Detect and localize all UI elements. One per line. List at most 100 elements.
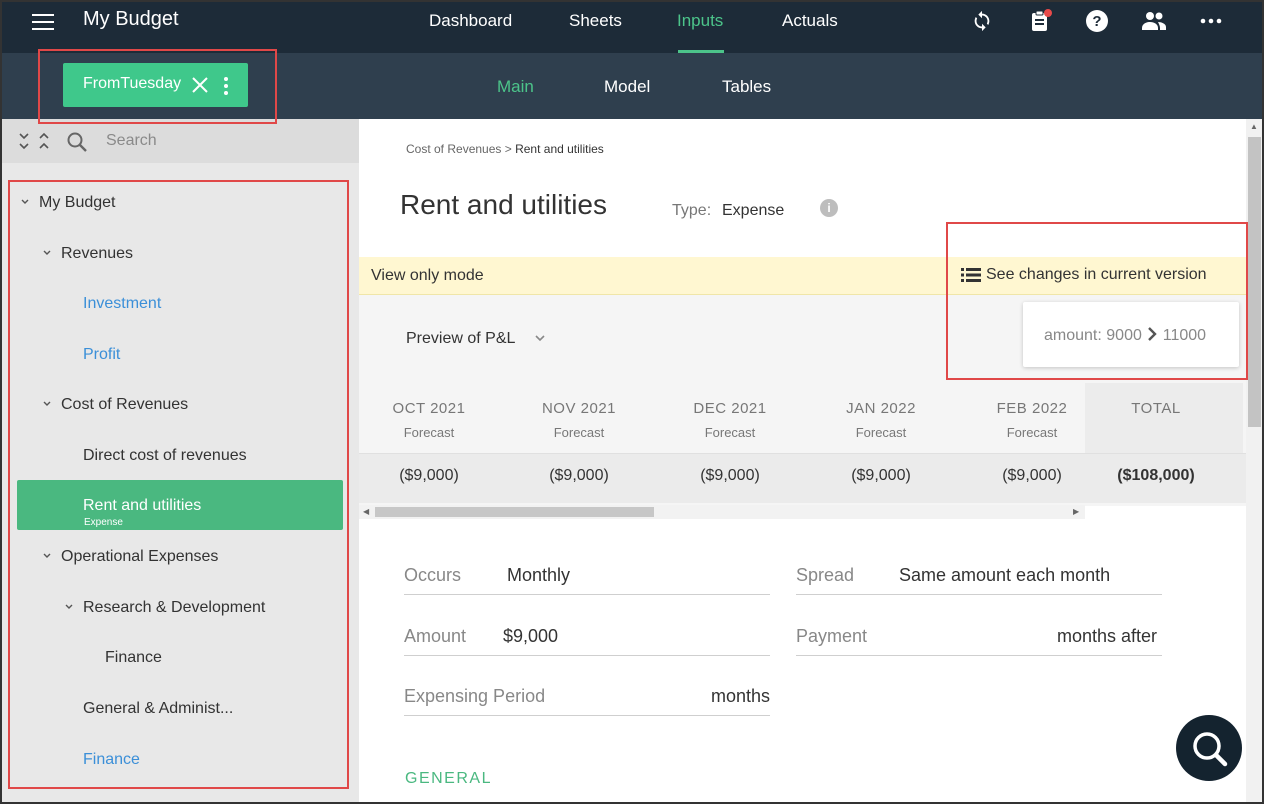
change-detail: amount: 9000 11000: [1044, 326, 1206, 345]
scroll-left-icon[interactable]: ◀: [363, 507, 369, 516]
column-header-total: TOTAL: [1081, 400, 1231, 417]
breadcrumb: Cost of Revenues > Rent and utilities: [406, 142, 604, 156]
search-icon: [1193, 732, 1228, 767]
expand-collapse-icon[interactable]: [18, 131, 54, 156]
page-title: Rent and utilities: [400, 189, 608, 220]
change-field: amount:: [1044, 327, 1102, 344]
search-input[interactable]: Search: [106, 132, 157, 150]
column-sub: Forecast: [855, 425, 907, 440]
chevron-right-icon: [1148, 327, 1158, 341]
more-icon[interactable]: [1198, 8, 1224, 34]
payment-value: months after: [1056, 626, 1157, 646]
chevron-down-icon[interactable]: [42, 399, 52, 409]
version-chip[interactable]: FromTuesday: [63, 63, 248, 107]
chevron-down-icon[interactable]: [20, 197, 30, 207]
amount-label: Amount: [404, 626, 467, 646]
chevron-down-icon[interactable]: [42, 248, 52, 258]
tree-item-type: Expense: [84, 517, 123, 528]
version-name: FromTuesday: [83, 75, 182, 92]
column-sub: Forecast: [704, 425, 756, 440]
svg-text:?: ?: [1092, 13, 1101, 30]
tab-main[interactable]: Main: [497, 77, 534, 97]
occurs-label: Occurs: [404, 565, 462, 585]
column-total-label: TOTAL: [1131, 400, 1181, 417]
tab-tables[interactable]: Tables: [722, 77, 771, 97]
tree-item-rent-and-utilities[interactable]: Rent and utilities Expense: [17, 480, 343, 530]
spread-field[interactable]: Spread Same amount each month: [796, 555, 1162, 595]
view-only-message: View only mode: [371, 267, 484, 284]
app-window: My Budget Dashboard Sheets Inputs Actual…: [0, 0, 1264, 804]
type-label: Type:: [672, 202, 712, 219]
expensing-period-field[interactable]: Expensing Period months: [404, 676, 770, 716]
amount-field[interactable]: Amount $9,000: [404, 616, 770, 656]
preview-dropdown[interactable]: Preview of P&L: [406, 330, 515, 348]
cell-value: ($9,000): [851, 467, 911, 484]
scroll-thumb[interactable]: [1248, 137, 1261, 427]
change-to: 11000: [1162, 327, 1207, 344]
nav-actuals[interactable]: Actuals: [782, 11, 838, 31]
tree-item-general-admin[interactable]: General & Administ...: [83, 700, 233, 718]
info-icon[interactable]: i: [820, 199, 838, 217]
payment-field[interactable]: Payment months after: [796, 616, 1162, 656]
tab-model[interactable]: Model: [604, 77, 650, 97]
see-changes-link[interactable]: See changes in current version: [961, 266, 1207, 284]
nav-sheets[interactable]: Sheets: [569, 11, 622, 31]
tree-item-direct-cost[interactable]: Direct cost of revenues: [83, 447, 247, 465]
people-icon[interactable]: [1141, 8, 1167, 34]
clipboard-icon[interactable]: [1027, 8, 1053, 34]
scroll-up-icon[interactable]: ▲: [1250, 122, 1258, 131]
column-month: OCT 2021: [392, 400, 466, 417]
view-only-banner: View only mode See changes in current ve…: [359, 257, 1246, 295]
breadcrumb-current: Rent and utilities: [515, 142, 604, 156]
amount-value: $9,000: [503, 626, 559, 646]
horizontal-scrollbar[interactable]: ◀ ▶: [359, 505, 1085, 519]
main-content: Cost of Revenues > Rent and utilities Re…: [359, 119, 1262, 802]
changes-tooltip: amount: 9000 11000: [1023, 302, 1239, 367]
spread-value: Same amount each month: [899, 565, 1111, 585]
occurs-value: Monthly: [507, 565, 571, 585]
tree-item-revenues[interactable]: Revenues: [61, 245, 133, 263]
breadcrumb-parent[interactable]: Cost of Revenues: [406, 142, 501, 156]
help-icon[interactable]: ?: [1084, 8, 1110, 34]
kebab-menu-icon[interactable]: [223, 76, 229, 101]
chevron-down-icon[interactable]: [42, 551, 52, 561]
tree-item-finance-link[interactable]: Finance: [83, 751, 140, 769]
menu-icon[interactable]: [32, 14, 54, 32]
expensing-label: Expensing Period: [404, 686, 546, 706]
tree-item-profit[interactable]: Profit: [83, 346, 120, 364]
tree-item-investment[interactable]: Investment: [83, 295, 161, 313]
sync-icon[interactable]: [969, 8, 995, 34]
column-header: JAN 2022 Forecast: [806, 400, 956, 440]
sidebar-tree: Search My Budget Revenues Investment Pro…: [2, 119, 359, 802]
breadcrumb-separator: >: [504, 142, 512, 156]
tree-item-research-development[interactable]: Research & Development: [83, 599, 265, 617]
nav-dashboard[interactable]: Dashboard: [429, 11, 512, 31]
tree-item-operational-expenses[interactable]: Operational Expenses: [61, 548, 218, 566]
cell-value: ($9,000): [549, 467, 609, 484]
scroll-thumb[interactable]: [375, 507, 654, 517]
tree-item-my-budget[interactable]: My Budget: [39, 194, 115, 212]
spread-label: Spread: [796, 565, 855, 585]
expensing-value: months: [710, 686, 770, 706]
payment-label: Payment: [796, 626, 868, 646]
sidebar-search-bar: Search: [2, 119, 359, 163]
column-month: DEC 2021: [693, 400, 767, 417]
column-sub: Forecast: [553, 425, 605, 440]
chevron-down-icon[interactable]: [64, 602, 74, 612]
top-navbar: My Budget Dashboard Sheets Inputs Actual…: [2, 2, 1262, 53]
vertical-scrollbar[interactable]: ▲: [1246, 119, 1262, 802]
tree-item-label: Rent and utilities: [83, 497, 202, 514]
cell-value: ($9,000): [700, 467, 760, 484]
scroll-right-icon[interactable]: ▶: [1073, 507, 1079, 516]
search-icon[interactable]: [66, 131, 88, 158]
column-sub: Forecast: [1006, 425, 1058, 440]
tree-item-finance[interactable]: Finance: [105, 649, 162, 667]
nav-inputs[interactable]: Inputs: [677, 11, 723, 31]
occurs-field[interactable]: Occurs Monthly: [404, 555, 770, 595]
chevron-down-icon[interactable]: [534, 333, 546, 343]
column-sub: Forecast: [403, 425, 455, 440]
app-title: My Budget: [83, 8, 179, 30]
help-search-button[interactable]: [1176, 715, 1242, 781]
tree-item-cost-of-revenues[interactable]: Cost of Revenues: [61, 396, 188, 414]
close-icon[interactable]: [191, 76, 209, 99]
